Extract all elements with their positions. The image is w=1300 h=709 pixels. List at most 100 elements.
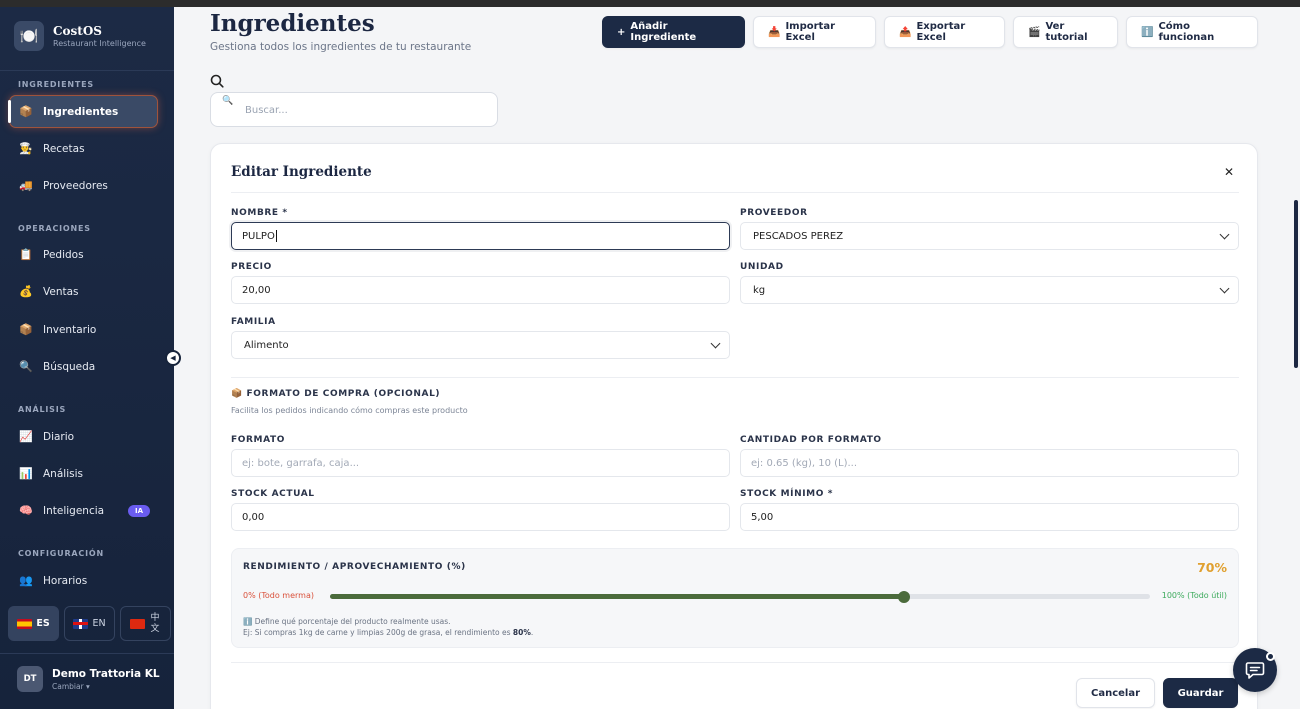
people-icon: 👥: [19, 574, 33, 587]
sidebar-item-label: Ventas: [43, 285, 79, 298]
purchase-format-hint: Facilita los pedidos indicando cómo comp…: [231, 406, 468, 415]
sidebar-item-ingredientes[interactable]: 📦 Ingredientes: [8, 95, 158, 128]
section-title-ingredientes: INGREDIENTES: [18, 80, 94, 89]
stock-minimo-value: 5,00: [751, 511, 774, 523]
user-name: Demo Trattoria KL: [52, 667, 160, 680]
lang-label: ES: [36, 618, 50, 629]
plus-icon: +: [617, 26, 626, 38]
magnifier-icon: 🔍: [19, 360, 33, 373]
divider: [231, 662, 1239, 663]
nombre-label: NOMBRE *: [231, 208, 288, 218]
header-actions: + Añadir Ingrediente 📥 Importar Excel 📤 …: [602, 16, 1258, 48]
stock-actual-label: STOCK ACTUAL: [231, 489, 315, 499]
user-switch-label: Cambiar ▾: [52, 681, 90, 691]
lang-label: EN: [92, 618, 106, 629]
sidebar-item-analisis[interactable]: 📊 Análisis: [9, 457, 158, 490]
sidebar: 🍽️ CostOS Restaurant Intelligence INGRED…: [0, 7, 174, 709]
chevron-down-icon: [710, 338, 721, 349]
scrollbar[interactable]: [1294, 200, 1298, 368]
magnifier-icon: 🔍: [222, 96, 234, 106]
uk-flag-icon: [73, 618, 89, 629]
yield-title: RENDIMIENTO / APROVECHAMIENTO (%): [243, 562, 466, 572]
edit-ingredient-panel: Editar Ingrediente ✕ NOMBRE * PULPO PROV…: [210, 143, 1258, 709]
yield-example-prefix: Ej: Si compras 1kg de carne y limpias 20…: [243, 628, 513, 637]
sidebar-item-label: Pedidos: [43, 248, 84, 261]
button-label: Cómo funcionan: [1158, 21, 1215, 43]
stock-actual-field[interactable]: 0,00: [231, 503, 730, 531]
formato-input[interactable]: [231, 449, 730, 477]
sidebar-item-horarios[interactable]: 👥 Horarios: [9, 564, 158, 597]
export-excel-button[interactable]: 📤 Exportar Excel: [884, 16, 1005, 48]
tutorial-button[interactable]: 🎬 Ver tutorial: [1013, 16, 1118, 48]
brand-subtitle: Restaurant Intelligence: [53, 39, 146, 48]
sidebar-item-ventas[interactable]: 💰 Ventas: [9, 275, 158, 308]
chevron-down-icon: [1219, 283, 1230, 294]
china-flag-icon: [130, 618, 145, 629]
brand[interactable]: 🍽️ CostOS Restaurant Intelligence: [14, 21, 146, 51]
page-subtitle: Gestiona todos los ingredientes de tu re…: [210, 41, 472, 53]
sidebar-item-label: Horarios: [43, 574, 88, 587]
box-icon: 📦: [19, 323, 33, 336]
sidebar-item-label: Análisis: [43, 467, 83, 480]
sidebar-item-proveedores[interactable]: 🚚 Proveedores: [9, 169, 158, 202]
sidebar-item-label: Ingredientes: [43, 105, 119, 118]
import-excel-button[interactable]: 📥 Importar Excel: [753, 16, 876, 48]
search-input[interactable]: [245, 101, 485, 119]
unidad-label: UNIDAD: [740, 262, 784, 272]
section-title-operaciones: OPERACIONES: [18, 224, 91, 233]
how-it-works-button[interactable]: ℹ️ Cómo funcionan: [1126, 16, 1258, 48]
yield-slider-fill: [330, 594, 904, 599]
yield-slider-thumb[interactable]: [898, 590, 910, 603]
unidad-select[interactable]: kg: [740, 276, 1239, 304]
sidebar-item-busqueda[interactable]: 🔍 Búsqueda: [9, 350, 158, 383]
user-switcher[interactable]: DT Demo Trattoria KL Cambiar ▾: [17, 666, 160, 692]
cancel-button[interactable]: Cancelar: [1076, 678, 1155, 708]
yield-max-label: 100% (Todo útil): [1161, 591, 1227, 600]
chat-button[interactable]: [1233, 648, 1277, 692]
precio-field[interactable]: 20,00: [231, 276, 730, 304]
cantidad-label: CANTIDAD POR FORMATO: [740, 435, 882, 445]
bar-chart-icon: 📊: [19, 467, 33, 480]
cantidad-input[interactable]: [740, 449, 1239, 477]
divider: [231, 377, 1239, 378]
brand-name: CostOS: [53, 24, 102, 38]
top-strip: [0, 0, 1300, 7]
proveedor-select[interactable]: PESCADOS PEREZ: [740, 222, 1239, 250]
familia-select[interactable]: Alimento: [231, 331, 730, 359]
add-ingredient-button[interactable]: + Añadir Ingrediente: [602, 16, 745, 48]
lang-es-button[interactable]: ES: [8, 606, 59, 641]
divider: [0, 70, 174, 71]
sidebar-item-label: Diario: [43, 430, 75, 443]
chef-icon: 👨‍🍳: [19, 142, 33, 155]
sidebar-item-diario[interactable]: 📈 Diario: [9, 420, 158, 453]
search-icon: [210, 74, 224, 92]
stock-minimo-field[interactable]: 5,00: [740, 503, 1239, 531]
lang-zh-button[interactable]: 中文: [120, 606, 171, 641]
section-title-analisis: ANÁLISIS: [18, 405, 67, 414]
purchase-format-heading: 📦 FORMATO DE COMPRA (OPCIONAL): [231, 389, 441, 399]
unidad-value: kg: [753, 284, 766, 296]
sidebar-item-pedidos[interactable]: 📋 Pedidos: [9, 238, 158, 271]
clipboard-icon: 📋: [19, 248, 33, 261]
sidebar-item-inteligencia[interactable]: 🧠 Inteligencia IA: [9, 494, 158, 527]
nombre-field[interactable]: PULPO: [231, 222, 730, 250]
yield-slider[interactable]: [330, 590, 1150, 603]
export-icon: 📤: [899, 26, 912, 38]
lang-en-button[interactable]: EN: [64, 606, 115, 641]
chevron-down-icon: [1219, 229, 1230, 240]
sidebar-item-recetas[interactable]: 👨‍🍳 Recetas: [9, 132, 158, 165]
chart-up-icon: 📈: [19, 430, 33, 443]
proveedor-value: PESCADOS PEREZ: [753, 230, 844, 242]
brain-icon: 🧠: [19, 504, 33, 517]
panel-title: Editar Ingrediente: [231, 164, 372, 180]
sidebar-collapse-button[interactable]: ◀: [165, 350, 181, 366]
sidebar-item-inventario[interactable]: 📦 Inventario: [9, 313, 158, 346]
save-button[interactable]: Guardar: [1163, 678, 1238, 708]
close-icon[interactable]: ✕: [1221, 164, 1237, 180]
page-title: Ingredientes: [210, 10, 375, 37]
yield-example-text: Ej: Si compras 1kg de carne y limpias 20…: [243, 628, 533, 637]
sidebar-item-label: Inventario: [43, 323, 97, 336]
money-bag-icon: 💰: [19, 285, 33, 298]
button-label: Ver tutorial: [1045, 21, 1088, 43]
yield-value: 70%: [1197, 560, 1227, 575]
